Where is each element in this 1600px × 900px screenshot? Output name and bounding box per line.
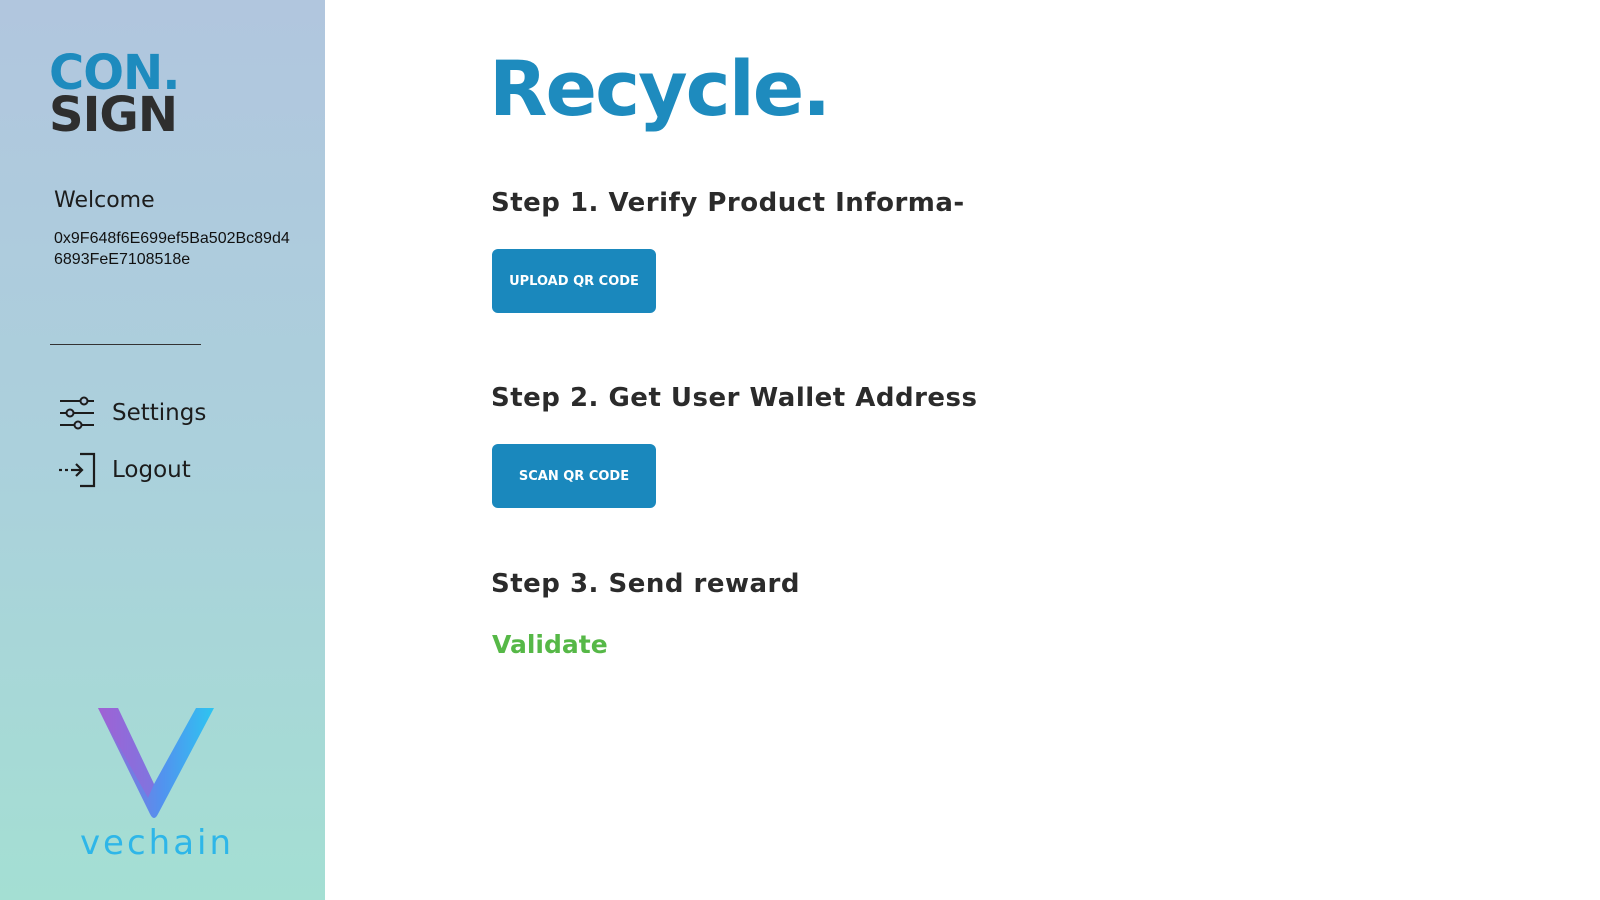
consign-logo: CON. SIGN (49, 49, 180, 143)
validate-link[interactable]: Validate (492, 630, 608, 659)
sidebar-item-label: Settings (112, 400, 207, 426)
logo-line-2: SIGN (49, 87, 178, 143)
wallet-address: 0x9F648f6E699ef5Ba502Bc89d46893FeE710851… (54, 230, 290, 268)
upload-qr-code-button[interactable]: UPLOAD QR CODE (492, 249, 656, 313)
step-2-heading: Step 2. Get User Wallet Address (491, 383, 978, 413)
main-content: Recycle. Step 1. Verify Product Informa-… (325, 0, 1600, 900)
step-1-heading: Step 1. Verify Product Informa- (491, 188, 965, 218)
vechain-wordmark: vechain (79, 823, 235, 863)
welcome-label: Welcome (54, 188, 155, 213)
step-3-heading: Step 3. Send reward (491, 569, 800, 599)
sidebar-divider (50, 344, 201, 345)
scan-qr-code-button[interactable]: SCAN QR CODE (492, 444, 656, 508)
sidebar-item-label: Logout (112, 457, 191, 483)
app-root: CON. SIGN Welcome 0x9F648f6E699ef5Ba502B… (0, 0, 1600, 900)
sidebar: CON. SIGN Welcome 0x9F648f6E699ef5Ba502B… (0, 0, 325, 900)
sidebar-item-logout[interactable]: Logout (58, 451, 191, 489)
logout-icon (58, 451, 96, 489)
sidebar-item-settings[interactable]: Settings (58, 394, 206, 432)
page-title: Recycle. (489, 44, 831, 133)
sliders-icon (58, 394, 96, 432)
